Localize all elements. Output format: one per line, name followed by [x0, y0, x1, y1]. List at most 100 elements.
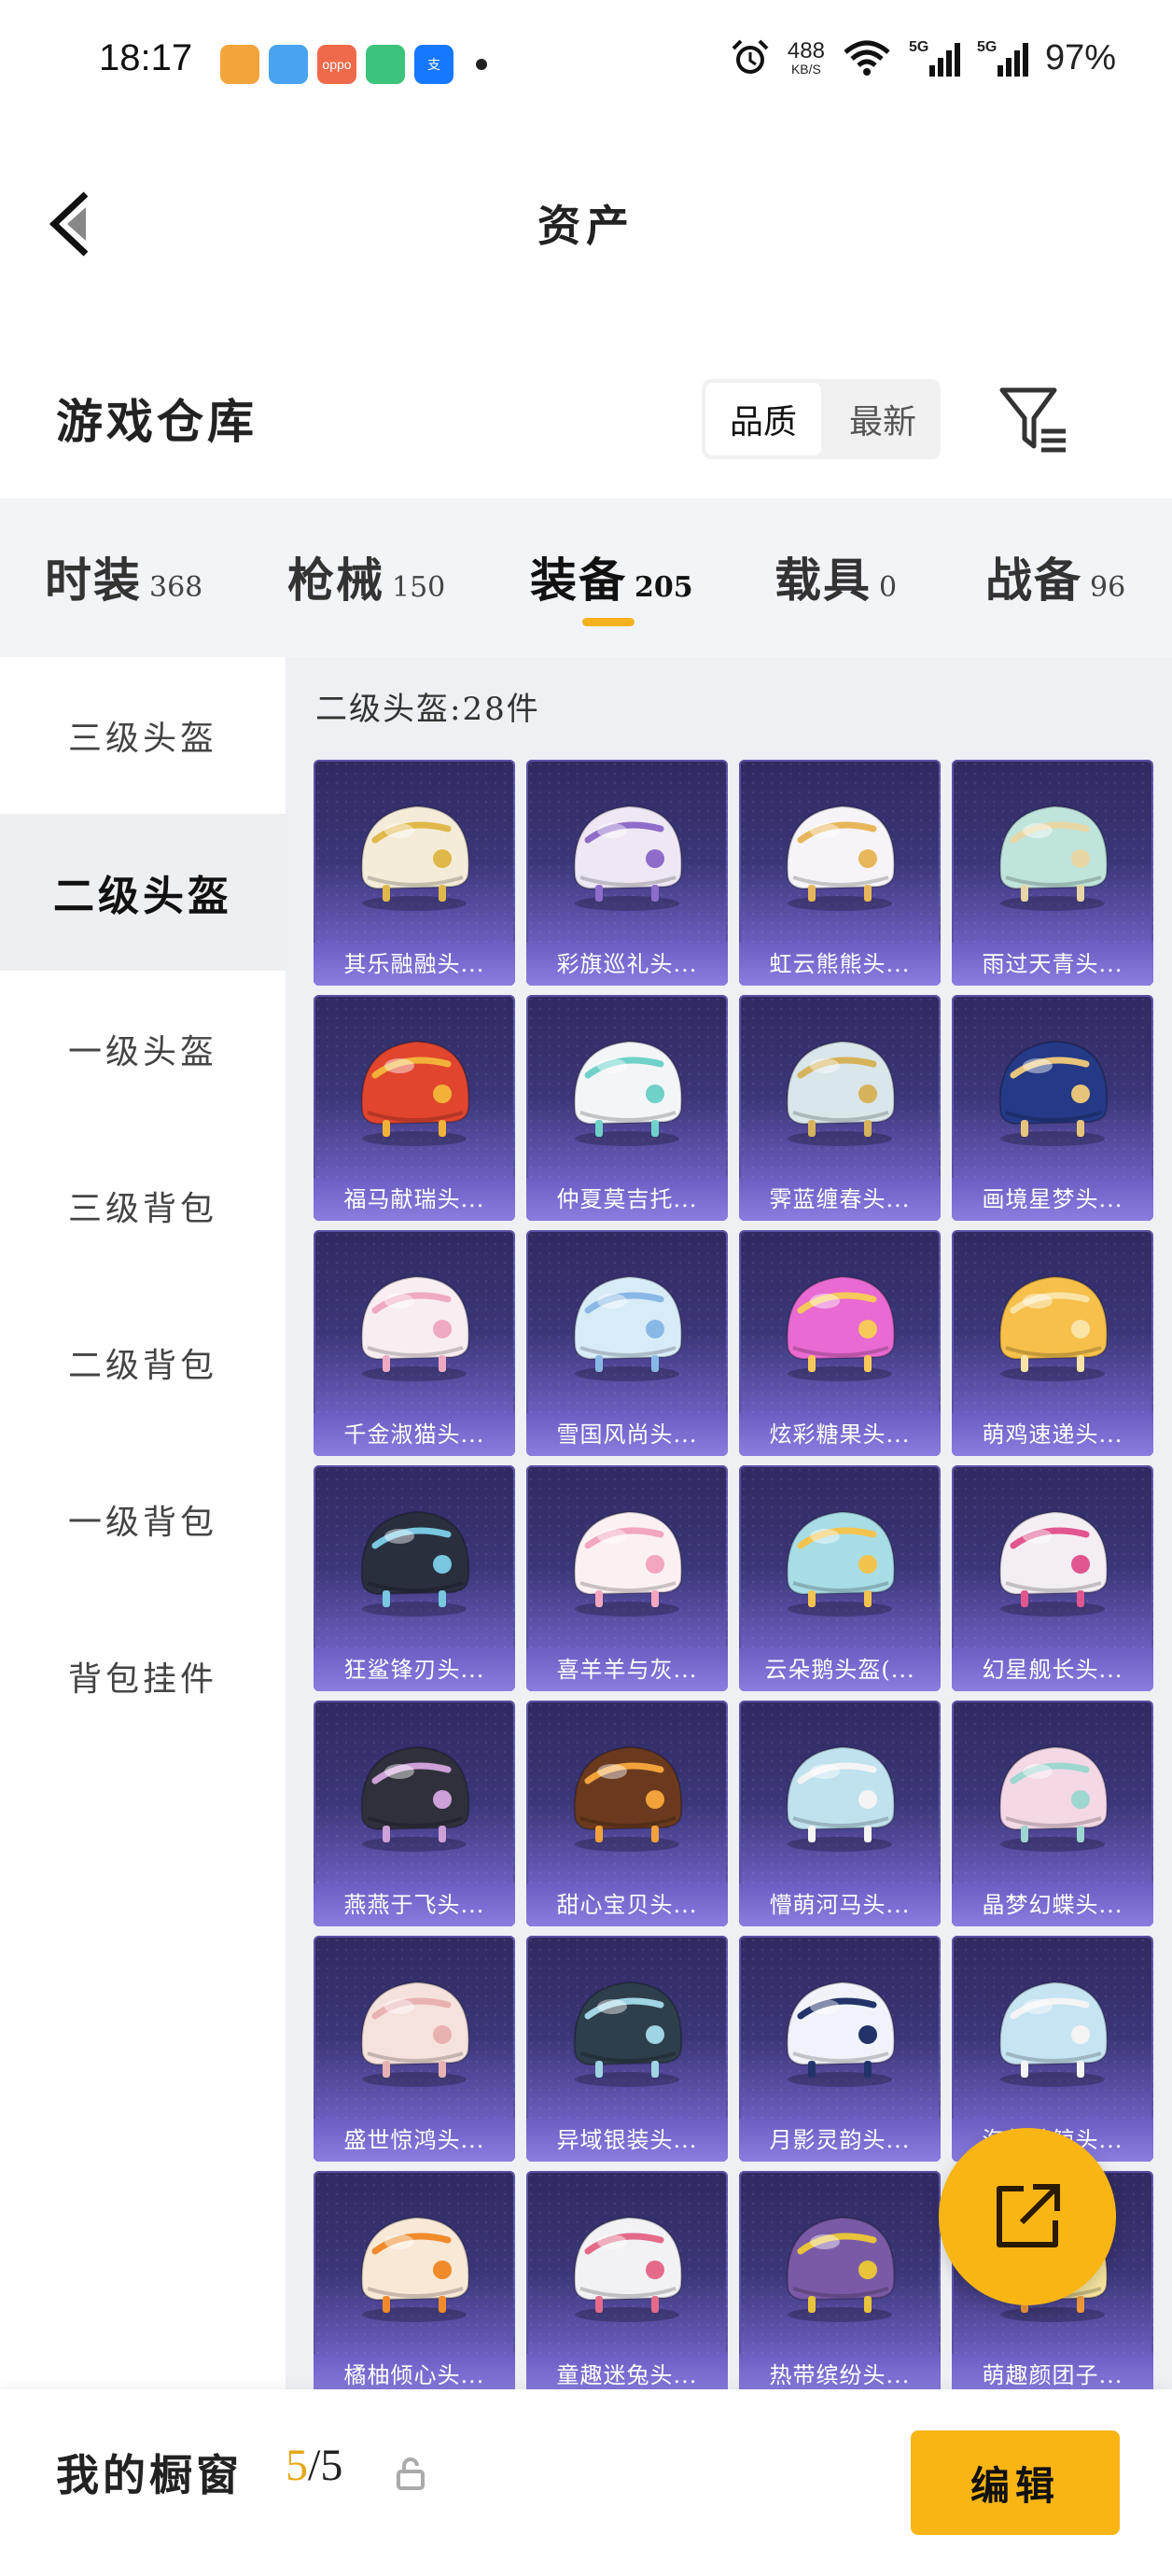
tab-equipment[interactable]: 装备 205 [530, 543, 693, 610]
subnav-level1-helmet[interactable]: 一级头盔 [0, 971, 286, 1127]
warehouse-title: 游戏仓库 [56, 394, 258, 449]
tab-count: 96 [1090, 571, 1126, 604]
more-notifications-dot [476, 59, 487, 70]
helmet-card[interactable]: 盛世惊鸿头... [314, 1936, 515, 2162]
helmet-card[interactable]: 萌鸡速递头... [952, 1230, 1153, 1456]
tab-weapons[interactable]: 枪械 150 [287, 543, 445, 610]
helmet-card[interactable]: 云朵鹅头盔(... [739, 1465, 941, 1691]
tab-supplies[interactable]: 战备 96 [985, 543, 1125, 610]
helmet-card[interactable]: 仲夏莫吉托... [526, 995, 728, 1221]
helmet-card[interactable]: 懵萌河马头... [739, 1701, 941, 1926]
helmet-card[interactable]: 童趣迷兔头... [526, 2171, 728, 2389]
helmet-card[interactable]: 雪国风尚头... [526, 1230, 728, 1456]
external-link-icon [997, 2184, 1060, 2247]
helmet-card[interactable]: 雨过天青头... [952, 760, 1153, 986]
cell-signal-2-icon: 5G [977, 39, 1028, 77]
gallery-app-icon [269, 45, 308, 84]
helmet-icon [998, 1745, 1109, 1852]
helmet-name: 懵萌河马头... [739, 1883, 941, 1926]
signal-type: 5G [908, 39, 929, 55]
helmet-icon [360, 1040, 470, 1146]
helmet-card[interactable]: 橘柚倾心头... [314, 2171, 515, 2389]
edit-button[interactable]: 编辑 [911, 2430, 1120, 2535]
status-bar: 18:17 oppo 支 488 KB/S 5G 5G 97% [0, 0, 1172, 131]
helmet-name: 童趣迷兔头... [526, 2354, 728, 2389]
category-tabs: 时装 368 枪械 150 装备 205 载具 0 战备 96 [0, 498, 1172, 657]
tab-count: 368 [149, 571, 203, 604]
helmet-icon [573, 1745, 683, 1852]
helmet-name: 盛世惊鸿头... [314, 2119, 515, 2162]
tab-label: 载具 [774, 553, 872, 608]
alipay-app-icon: 支 [414, 45, 453, 84]
helmet-card[interactable]: 海盐萌鲸头... [952, 1936, 1153, 2162]
helmet-card[interactable]: 福马献瑞头... [314, 995, 515, 1221]
tab-count: 0 [879, 571, 898, 604]
tab-count: 150 [392, 571, 446, 604]
tab-vehicles[interactable]: 载具 0 [774, 543, 897, 610]
helmet-name: 橘柚倾心头... [314, 2354, 515, 2389]
helmet-card[interactable]: 幻星舰长头... [952, 1465, 1153, 1691]
helmet-icon [360, 2216, 470, 2322]
helmet-name: 千金淑猫头... [314, 1413, 515, 1456]
helmet-card[interactable]: 热带缤纷头... [739, 2171, 941, 2389]
helmet-icon [786, 1981, 896, 2087]
game-app-icon [220, 45, 259, 84]
helmet-name: 晶梦幻蝶头... [952, 1883, 1153, 1926]
share-fab[interactable] [939, 2128, 1116, 2305]
helmet-card[interactable]: 虹云熊熊头... [739, 760, 941, 986]
helmet-card[interactable]: 异域银装头... [526, 1936, 728, 2162]
helmet-card[interactable]: 晶梦幻蝶头... [952, 1701, 1153, 1926]
helmet-icon [573, 2216, 683, 2322]
subnav-level3-helmet[interactable]: 三级头盔 [0, 657, 286, 814]
helmet-card[interactable]: 其乐融融头... [314, 760, 515, 986]
sort-quality-button[interactable]: 品质 [705, 383, 821, 455]
net-speed-unit: KB/S [790, 62, 821, 77]
helmet-name: 萌鸡速递头... [952, 1413, 1153, 1456]
cell-signal-1-icon: 5G [909, 39, 960, 77]
app-header: 资产 [0, 159, 1172, 271]
subnav-level2-backpack[interactable]: 二级背包 [0, 1284, 286, 1441]
sort-newest-button[interactable]: 最新 [825, 379, 941, 459]
subnav-level1-backpack[interactable]: 一级背包 [0, 1441, 286, 1598]
helmet-card[interactable]: 喜羊羊与灰... [526, 1465, 728, 1691]
sort-toggle: 品质 最新 [702, 379, 941, 459]
helmet-card[interactable]: 千金淑猫头... [314, 1230, 515, 1456]
helmet-icon [360, 1275, 470, 1381]
helmet-card[interactable]: 月影灵韵头... [739, 1936, 941, 2162]
net-speed-value: 488 [787, 38, 825, 63]
status-time: 18:17 [99, 37, 193, 78]
tab-fashion[interactable]: 时装 368 [45, 543, 202, 610]
helmet-icon [573, 1040, 683, 1146]
helmet-name: 炫彩糖果头... [739, 1413, 941, 1456]
helmet-name: 虹云熊熊头... [739, 943, 941, 986]
filter-icon[interactable] [998, 383, 1069, 457]
signal-type: 5G [976, 39, 998, 55]
helmet-card[interactable]: 画境星梦头... [952, 995, 1153, 1221]
helmet-name: 画境星梦头... [952, 1178, 1153, 1221]
helmet-icon [998, 1275, 1109, 1381]
helmet-card[interactable]: 狂鲨锋刃头... [314, 1465, 515, 1691]
status-indicators: 488 KB/S 5G 5G 97% [730, 37, 1116, 78]
helmet-icon [786, 1040, 896, 1146]
helmet-name: 彩旗巡礼头... [526, 943, 728, 986]
helmet-name: 其乐融融头... [314, 943, 515, 986]
helmet-name: 狂鲨锋刃头... [314, 1648, 515, 1691]
tab-label: 时装 [45, 553, 142, 608]
helmet-icon [786, 2216, 896, 2322]
helmet-card[interactable]: 霁蓝缠春头... [739, 995, 941, 1221]
helmet-icon [573, 805, 683, 911]
subnav-level3-backpack[interactable]: 三级背包 [0, 1127, 286, 1284]
helmet-name: 燕燕于飞头... [314, 1883, 515, 1926]
subnav-backpack-charm[interactable]: 背包挂件 [0, 1598, 286, 1755]
tab-label: 战备 [985, 553, 1082, 608]
helmet-card[interactable]: 燕燕于飞头... [314, 1701, 515, 1926]
helmet-card[interactable]: 彩旗巡礼头... [526, 760, 728, 986]
helmet-name: 甜心宝贝头... [526, 1883, 728, 1926]
wifi-icon [844, 40, 890, 76]
subnav-level2-helmet[interactable]: 二级头盔 [0, 814, 286, 971]
helmet-icon [998, 1040, 1109, 1146]
helmet-card[interactable]: 甜心宝贝头... [526, 1701, 728, 1926]
oppo-app-icon: oppo [317, 45, 356, 84]
helmet-card[interactable]: 炫彩糖果头... [739, 1230, 941, 1456]
showcase-total: /5 [308, 2441, 343, 2490]
